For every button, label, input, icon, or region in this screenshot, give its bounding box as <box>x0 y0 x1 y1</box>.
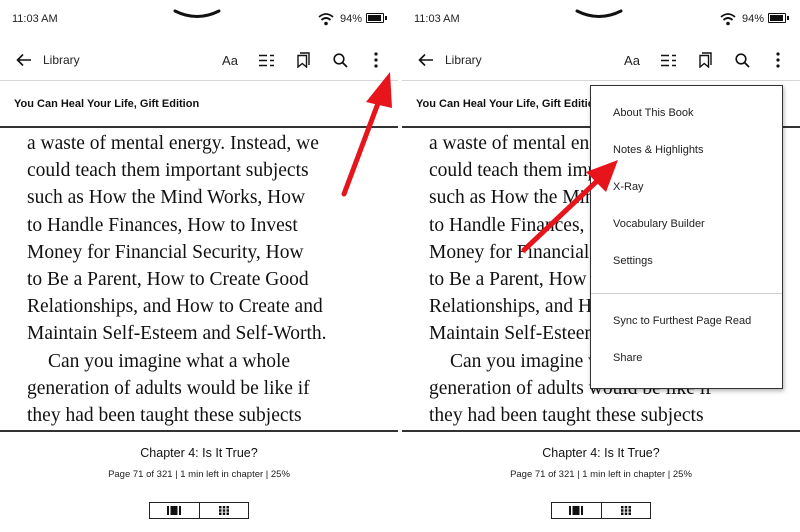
font-settings-button[interactable]: Aa <box>218 50 242 70</box>
page-view-button[interactable] <box>552 503 601 518</box>
table-of-contents-button[interactable] <box>256 50 276 70</box>
text-line: they had been taught these subjects <box>27 405 302 427</box>
battery-percent: 94% <box>340 13 363 25</box>
search-button[interactable] <box>732 50 752 70</box>
reader-toolbar: Library Aa <box>0 38 398 81</box>
back-arrow-icon <box>16 53 31 67</box>
bookmarks-button[interactable] <box>695 50 715 70</box>
bookmarks-icon <box>296 52 310 68</box>
table-of-contents-button[interactable] <box>658 50 678 70</box>
table-of-contents-icon <box>258 54 274 66</box>
text-line: Money for Financial Security, How <box>27 241 304 263</box>
text-line: to Be a Parent, How to Create Good <box>27 269 309 291</box>
battery-fill <box>368 15 382 21</box>
text-line: generation of adults would be like if <box>27 377 310 399</box>
more-vertical-icon <box>776 52 780 68</box>
status-bar: 11:03 AM 94% <box>402 0 800 38</box>
page-progress: Page 71 of 321 | 1 min left in chapter |… <box>108 469 290 480</box>
page-progress: Page 71 of 321 | 1 min left in chapter |… <box>510 469 692 480</box>
menu-item-settings[interactable]: Settings <box>613 255 653 267</box>
reader-toolbar: Library Aa <box>402 38 800 81</box>
book-title: You Can Heal Your Life, Gift Edition <box>14 98 200 110</box>
pull-down-handle-icon[interactable] <box>574 8 624 22</box>
bookmarks-icon <box>698 52 712 68</box>
more-options-button[interactable] <box>770 50 786 70</box>
back-button[interactable] <box>416 50 436 70</box>
footer-divider <box>402 430 800 432</box>
footer-divider <box>0 430 398 432</box>
book-title: You Can Heal Your Life, Gift Edition <box>416 98 602 110</box>
menu-item-notes-highlights[interactable]: Notes & Highlights <box>613 144 704 156</box>
search-icon <box>332 52 348 68</box>
header-divider <box>0 126 398 128</box>
battery-percent: 94% <box>742 13 765 25</box>
grid-view-button[interactable] <box>600 503 651 518</box>
wifi-icon <box>318 13 334 26</box>
library-link[interactable]: Library <box>43 53 80 67</box>
text-line: Maintain Self-Esteem and Self-Worth. <box>27 323 327 345</box>
chapter-title: Chapter 4: Is It True? <box>140 446 258 460</box>
kindle-screen-before: 11:03 AM 94% Library Aa You Can Heal You… <box>0 0 398 532</box>
pull-down-handle-icon[interactable] <box>172 8 222 22</box>
more-options-button[interactable] <box>368 50 384 70</box>
menu-item-vocabulary-builder[interactable]: Vocabulary Builder <box>613 218 705 230</box>
battery-fill <box>770 15 784 21</box>
search-icon <box>734 52 750 68</box>
text-line: Relationships, and How to Create and <box>27 296 323 318</box>
text-line: they had been taught these subjects <box>429 405 704 427</box>
battery-icon <box>366 13 387 23</box>
menu-item-about-this-book[interactable]: About This Book <box>613 107 694 119</box>
text-line: a waste of mental energy. Instead, we <box>27 133 319 154</box>
chapter-title: Chapter 4: Is It True? <box>542 446 660 460</box>
wifi-icon <box>720 13 736 26</box>
text-line: to Handle Finances, How to Invest <box>27 214 298 236</box>
status-bar: 11:03 AM 94% <box>0 0 398 38</box>
menu-item-x-ray[interactable]: X-Ray <box>613 181 644 193</box>
font-settings-button[interactable]: Aa <box>620 50 644 70</box>
more-options-menu: About This Book Notes & Highlights X-Ray… <box>590 85 783 389</box>
status-time: 11:03 AM <box>12 13 58 25</box>
text-line: such as How the Mind Works, How <box>27 187 306 209</box>
table-of-contents-icon <box>660 54 676 66</box>
menu-item-sync-furthest-page[interactable]: Sync to Furthest Page Read <box>613 315 751 327</box>
grid-view-icon <box>218 506 229 515</box>
bookmarks-button[interactable] <box>293 50 313 70</box>
view-toggle <box>149 502 249 519</box>
menu-divider <box>591 293 782 294</box>
page-view-icon <box>569 506 584 515</box>
view-toggle <box>551 502 651 519</box>
grid-view-icon <box>620 506 631 515</box>
menu-item-share[interactable]: Share <box>613 352 642 364</box>
page-view-button[interactable] <box>150 503 199 518</box>
more-vertical-icon <box>374 52 378 68</box>
back-arrow-icon <box>418 53 433 67</box>
search-button[interactable] <box>330 50 350 70</box>
grid-view-button[interactable] <box>198 503 249 518</box>
page-view-icon <box>167 506 182 515</box>
status-time: 11:03 AM <box>414 13 460 25</box>
back-button[interactable] <box>14 50 34 70</box>
library-link[interactable]: Library <box>445 53 482 67</box>
page-text: a waste of mental energy. Instead, we co… <box>27 130 398 429</box>
text-line: Can you imagine what a whole <box>48 350 291 372</box>
text-line: could teach them important subjects <box>27 160 309 182</box>
battery-icon <box>768 13 789 23</box>
